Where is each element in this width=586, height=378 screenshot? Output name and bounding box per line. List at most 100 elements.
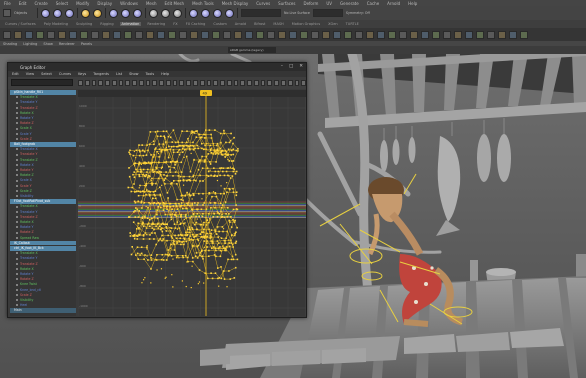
menu-item-edit[interactable]: Edit <box>19 1 27 6</box>
menu-item-mesh-tools[interactable]: Mesh Tools <box>192 1 214 6</box>
shelf-tab-custom[interactable]: Custom <box>211 22 228 26</box>
panel-menu-renderer[interactable]: Renderer <box>59 42 75 46</box>
outliner-attribute-row[interactable]: Rotate X <box>10 220 76 225</box>
shelf-tool-icon[interactable] <box>168 30 176 39</box>
outliner-attribute-row[interactable]: Rotate Y <box>10 116 76 121</box>
shelf-tool-icon[interactable] <box>3 30 11 39</box>
shelf-tool-icon[interactable] <box>322 30 330 39</box>
shelf-tool-icon[interactable] <box>135 30 143 39</box>
outliner-attribute-row[interactable]: Translate X <box>10 251 76 256</box>
shelf-tool-icon[interactable] <box>157 30 165 39</box>
ge-tool-icon[interactable] <box>287 80 293 86</box>
shelf-tool-icon[interactable] <box>311 30 319 39</box>
shelf-tab-mash[interactable]: MASH <box>271 22 285 26</box>
ge-tool-icon[interactable] <box>193 80 198 86</box>
graph-editor-titlebar[interactable]: Graph Editor – □ ✕ <box>8 63 306 71</box>
menu-item-windows[interactable]: Windows <box>120 1 138 6</box>
shelf-tool-icon[interactable] <box>432 30 440 39</box>
outliner-attribute-row[interactable]: Translate Y <box>10 256 76 261</box>
minimize-button[interactable]: – <box>281 64 283 69</box>
outliner-attribute-row[interactable]: Translate Y <box>10 210 76 215</box>
menu-set-dropdown[interactable] <box>3 9 11 17</box>
shelf-tab-curves-surfaces[interactable]: Curves / Surfaces <box>3 22 38 26</box>
shelf-tool-icon[interactable] <box>454 30 462 39</box>
menu-item-modify[interactable]: Modify <box>76 1 89 6</box>
outliner-attribute-row[interactable]: Translate X <box>10 204 76 209</box>
ge-tool-icon[interactable] <box>91 80 97 86</box>
panel-menu-panels[interactable]: Panels <box>81 42 92 46</box>
outliner-attribute-row[interactable]: Rotate X <box>10 111 76 116</box>
shelf-tool-icon[interactable] <box>498 30 506 39</box>
menu-item-deform[interactable]: Deform <box>303 1 318 6</box>
shelf-tool-icon[interactable] <box>146 30 154 39</box>
shelf-tool-icon[interactable] <box>47 30 55 39</box>
shelf-tool-icon[interactable] <box>91 30 99 39</box>
ge-tool-icon[interactable] <box>247 80 252 86</box>
shelf-tool-icon[interactable] <box>256 30 264 39</box>
shelf-tool-icon[interactable] <box>58 30 66 39</box>
shelf-tool-icon[interactable] <box>421 30 429 39</box>
outliner-node-row[interactable]: ctrl_IK_foot_IK_Bck <box>10 246 76 251</box>
menu-item-cache[interactable]: Cache <box>367 1 379 6</box>
shelf-tool-icon[interactable] <box>300 30 308 39</box>
outliner-attribute-row[interactable]: Rotate X <box>10 163 76 168</box>
shelf-tool-icon[interactable] <box>377 30 385 39</box>
curve-canvas[interactable]: 10008006004002000-200-400-600-800-100049 <box>78 90 306 316</box>
ge-menu-keys[interactable]: Keys <box>78 72 86 76</box>
shelf-tool-icon[interactable] <box>179 30 187 39</box>
redo-icon[interactable] <box>93 8 102 18</box>
ge-tool-icon[interactable] <box>260 80 266 86</box>
menu-item-generate[interactable]: Generate <box>340 1 359 6</box>
shelf-tool-icon[interactable] <box>36 30 44 39</box>
symmetry-field[interactable] <box>312 9 343 17</box>
outliner-attribute-row[interactable]: Translate Y <box>10 152 76 157</box>
ge-tool-icon[interactable] <box>172 80 178 86</box>
outliner-attribute-row[interactable]: Translate Z <box>10 262 76 267</box>
outliner-attribute-row[interactable]: Translate Z <box>10 158 76 163</box>
menu-item-select[interactable]: Select <box>56 1 68 6</box>
ge-menu-help[interactable]: Help <box>161 72 169 76</box>
ge-tool-icon[interactable] <box>186 80 192 86</box>
shelf-tool-icon[interactable] <box>190 30 198 39</box>
shelf-tool-icon[interactable] <box>465 30 473 39</box>
ge-tool-icon[interactable] <box>132 80 137 86</box>
snap-curve-icon[interactable] <box>161 8 170 18</box>
select-object-icon[interactable] <box>121 8 130 18</box>
shelf-tool-icon[interactable] <box>223 30 231 39</box>
outliner-attribute-row[interactable]: Scale Y <box>10 132 76 137</box>
outliner-attribute-row[interactable]: Rotate X <box>10 267 76 272</box>
shelf-tool-icon[interactable] <box>366 30 374 39</box>
outliner-attribute-row[interactable]: Visibility <box>10 298 76 303</box>
menu-item-surfaces[interactable]: Surfaces <box>278 1 295 6</box>
panel-menu-shading[interactable]: Shading <box>3 42 17 46</box>
shelf-tab-animation[interactable]: Animation <box>119 22 142 26</box>
outliner-attribute-row[interactable]: Rotate Y <box>10 225 76 230</box>
maximize-button[interactable]: □ <box>289 64 293 69</box>
open-scene-icon[interactable] <box>53 8 62 18</box>
outliner-attribute-row[interactable]: Knee Twist <box>10 282 76 287</box>
shelf-tool-icon[interactable] <box>25 30 33 39</box>
live-surface-field[interactable] <box>241 9 281 17</box>
ge-tool-icon[interactable] <box>233 80 239 86</box>
shelf-tool-icon[interactable] <box>234 30 242 39</box>
outliner-attribute-row[interactable]: Translate Z <box>10 215 76 220</box>
shelf-tool-icon[interactable] <box>267 30 275 39</box>
shelf-tool-icon[interactable] <box>69 30 77 39</box>
outliner-attribute-row[interactable]: Translate Y <box>10 100 76 105</box>
shelf-tab-arnold[interactable]: Arnold <box>233 22 248 26</box>
outliner-attribute-row[interactable]: Scale Z <box>10 189 76 194</box>
ge-menu-curves[interactable]: Curves <box>59 72 71 76</box>
shelf-tool-icon[interactable] <box>355 30 363 39</box>
menu-item-edit-mesh[interactable]: Edit Mesh <box>165 1 185 6</box>
ge-tool-icon[interactable] <box>274 80 279 86</box>
ge-tool-icon[interactable] <box>138 80 144 86</box>
graph-curve-area[interactable]: 1000 800 600 400 200 0 -200 -400 -600 -800 -1000 49 <box>78 90 306 316</box>
ge-menu-list[interactable]: List <box>116 72 122 76</box>
ge-tool-icon[interactable] <box>159 80 164 86</box>
outliner-attribute-row[interactable]: Rotate Z <box>10 121 76 126</box>
outliner-attribute-row[interactable]: Scale X <box>10 126 76 131</box>
outliner-attribute-row[interactable]: Scale Z <box>10 137 76 142</box>
select-component-icon[interactable] <box>133 8 142 18</box>
shelf-tool-icon[interactable] <box>520 30 528 39</box>
graph-editor-window[interactable]: Graph Editor – □ ✕ Edit View Select Curves K… <box>7 62 307 318</box>
